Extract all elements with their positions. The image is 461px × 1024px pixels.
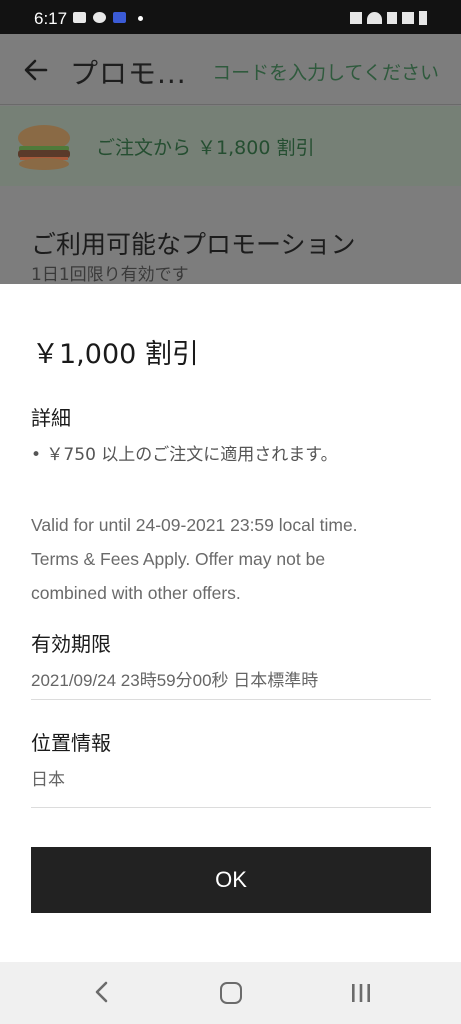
available-promotions-subtitle: 1日1回限り有効です xyxy=(31,265,189,285)
battery-icon xyxy=(419,11,427,25)
nav-back-icon[interactable] xyxy=(92,980,112,1004)
promotion-detail-sheet: ￥1,000 割引 詳細 • ￥750 以上のご注文に適用されます。 Valid… xyxy=(0,284,461,962)
app-notification-icon xyxy=(113,12,126,23)
line-notification-icon xyxy=(93,12,106,23)
terms-line: combined with other offers. xyxy=(31,583,241,603)
burger-image xyxy=(18,125,70,170)
ok-button[interactable]: OK xyxy=(31,847,431,913)
nav-home-icon[interactable] xyxy=(220,982,242,1004)
validity-value: 2021/09/24 23時59分00秒 日本標準時 xyxy=(31,671,319,690)
nav-recent-icon[interactable] xyxy=(350,983,372,1003)
terms-line: Valid for until 24-09-2021 23:59 local t… xyxy=(31,515,358,535)
status-icons xyxy=(350,10,427,26)
gallery-notification-icon xyxy=(73,12,86,23)
divider xyxy=(0,104,461,105)
background-page: プロモ... コードを入力してください ご注文から ￥1,800 割引 ご利用可… xyxy=(0,34,461,285)
divider xyxy=(31,699,431,700)
divider xyxy=(31,807,431,808)
status-bar: 6:17 xyxy=(0,0,461,34)
details-heading: 詳細 xyxy=(31,406,71,430)
system-nav-bar xyxy=(0,962,461,1024)
terms-line: Terms & Fees Apply. Offer may not be xyxy=(31,549,326,569)
discount-title: ￥1,000 割引 xyxy=(32,339,199,370)
validity-heading: 有効期限 xyxy=(31,632,111,656)
promo-banner-text: ご注文から ￥1,800 割引 xyxy=(96,137,315,159)
terms-text: Valid for until 24-09-2021 23:59 local t… xyxy=(31,508,431,610)
4g-icon xyxy=(387,12,397,24)
wifi-icon xyxy=(367,12,382,24)
status-time: 6:17 xyxy=(34,9,68,28)
detail-item: • ￥750 以上のご注文に適用されます。 xyxy=(31,445,338,465)
app-bar: プロモ... コードを入力してください xyxy=(0,34,461,104)
page-title: プロモ... xyxy=(70,57,187,90)
enter-code-link[interactable]: コードを入力してください xyxy=(212,58,439,85)
signal-icon xyxy=(402,12,414,24)
location-heading: 位置情報 xyxy=(31,731,111,755)
available-promotions-title: ご利用可能なプロモーション xyxy=(31,230,356,259)
mute-icon xyxy=(350,12,362,24)
promo-banner: ご注文から ￥1,800 割引 xyxy=(0,106,461,186)
location-value: 日本 xyxy=(31,770,65,790)
more-notifications-icon xyxy=(138,16,143,21)
back-arrow-icon[interactable] xyxy=(22,56,50,84)
